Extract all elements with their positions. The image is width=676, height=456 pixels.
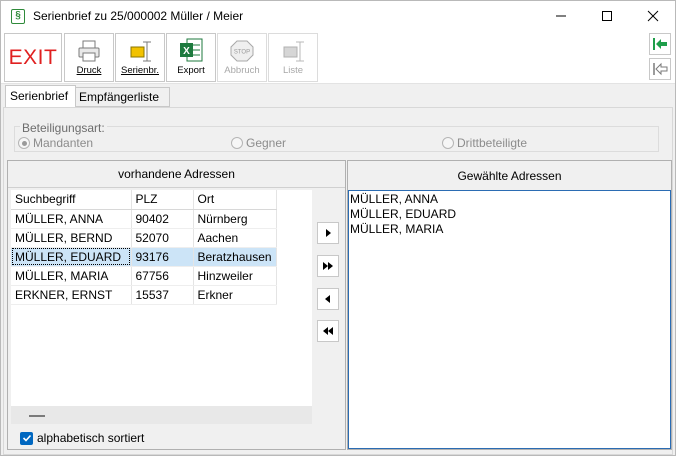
- radio-label: Gegner: [246, 136, 287, 150]
- double-arrow-right-icon: [323, 262, 333, 270]
- nav-enter-button[interactable]: [649, 33, 671, 55]
- table-row[interactable]: MÜLLER, MARIA 67756 Hinzweiler: [11, 266, 277, 286]
- maximize-button[interactable]: [584, 1, 630, 31]
- cell-plz: 90402: [131, 209, 194, 229]
- printer-icon: [78, 40, 100, 62]
- list-item[interactable]: MÜLLER, EDUARD: [350, 207, 669, 222]
- druck-button[interactable]: Druck: [64, 33, 114, 82]
- radio-dot: [231, 137, 243, 149]
- radio-label: Mandanten: [33, 136, 94, 150]
- cell-plz: 52070: [131, 228, 194, 248]
- excel-icon: X: [180, 38, 203, 62]
- liste-icon: [283, 41, 304, 62]
- cell-ort: Beratzhausen: [193, 247, 277, 267]
- table-header-row: Suchbegriff PLZ Ort: [11, 190, 277, 210]
- cell-suchbegriff: MÜLLER, EDUARD: [11, 247, 132, 267]
- close-button[interactable]: [630, 1, 676, 31]
- export-button[interactable]: X Export: [166, 33, 216, 82]
- table-row[interactable]: ERKNER, ERNST 15537 Erkner: [11, 285, 277, 305]
- remove-all-button[interactable]: [317, 320, 339, 342]
- column-header-suchbegriff[interactable]: Suchbegriff: [11, 190, 132, 210]
- double-arrow-left-icon: [323, 327, 333, 335]
- nav-back-button[interactable]: [649, 58, 671, 80]
- table-row[interactable]: MÜLLER, BERND 52070 Aachen: [11, 228, 277, 248]
- serienbrief-button[interactable]: Serienbr.: [115, 33, 165, 82]
- table-row[interactable]: MÜLLER, ANNA 90402 Nürnberg: [11, 209, 277, 229]
- arrow-left-icon: [325, 295, 330, 303]
- cell-suchbegriff: MÜLLER, MARIA: [11, 266, 132, 286]
- liste-label: Liste: [282, 65, 304, 76]
- radio-dot: [442, 137, 454, 149]
- gewaehlte-adressen-header: Gewählte Adressen: [457, 169, 562, 183]
- cell-ort: Erkner: [193, 285, 277, 305]
- address-grid[interactable]: Suchbegriff PLZ Ort MÜLLER, ANNA 90402 N…: [11, 190, 312, 424]
- druck-label: Druck: [76, 65, 102, 76]
- toolbar: EXIT Druck Serienbr. X Export STOP Abbru…: [1, 31, 675, 84]
- app-icon: §: [11, 9, 25, 24]
- add-selected-button[interactable]: [317, 222, 339, 244]
- beteiligungsart-group: [14, 126, 659, 152]
- liste-button[interactable]: Liste: [268, 33, 318, 82]
- cell-ort: Aachen: [193, 228, 277, 248]
- exit-label: EXIT: [8, 46, 58, 69]
- serienbrief-label: Serienbr.: [120, 65, 160, 76]
- tab-empfaengerliste[interactable]: Empfängerliste: [74, 87, 170, 107]
- list-item[interactable]: MÜLLER, ANNA: [350, 192, 669, 207]
- exit-button[interactable]: EXIT: [4, 33, 62, 82]
- svg-text:X: X: [183, 46, 190, 57]
- radio-drittbeteiligte[interactable]: Drittbeteiligte: [442, 136, 527, 150]
- stop-text: STOP: [234, 50, 250, 56]
- cell-ort: Hinzweiler: [193, 266, 277, 286]
- cell-plz: 93176: [131, 247, 194, 267]
- alphabetisch-sortiert-label: alphabetisch sortiert: [37, 431, 145, 445]
- abbruch-label: Abbruch: [224, 65, 260, 76]
- cell-suchbegriff: MÜLLER, BERND: [11, 228, 132, 248]
- checkbox-checked-icon: [20, 431, 33, 445]
- address-table: Suchbegriff PLZ Ort MÜLLER, ANNA 90402 N…: [11, 190, 277, 305]
- beteiligungsart-title: Beteiligungsart:: [20, 121, 107, 135]
- remove-selected-button[interactable]: [317, 288, 339, 310]
- radio-mandanten[interactable]: Mandanten: [18, 136, 93, 150]
- tab-panel: Beteiligungsart: Mandanten Gegner Drittb…: [3, 107, 673, 455]
- enter-arrow-icon: [653, 38, 667, 50]
- selected-address-list[interactable]: MÜLLER, ANNA MÜLLER, EDUARD MÜLLER, MARI…: [348, 190, 671, 449]
- cell-plz: 15537: [131, 285, 194, 305]
- vorhandene-adressen-panel: vorhandene Adressen Suchbegriff PLZ Ort …: [7, 160, 346, 450]
- cell-ort: Nürnberg: [193, 209, 277, 229]
- gewaehlte-adressen-panel: Gewählte Adressen MÜLLER, ANNA MÜLLER, E…: [347, 160, 672, 450]
- cell-suchbegriff: ERKNER, ERNST: [11, 285, 132, 305]
- export-label: Export: [177, 65, 205, 76]
- serienbrief-icon: [130, 41, 151, 62]
- window-title: Serienbrief zu 25/000002 Müller / Meier: [33, 9, 244, 23]
- alphabetisch-sortiert-checkbox[interactable]: alphabetisch sortiert: [20, 431, 144, 445]
- tab-strip: Empfängerliste Serienbrief: [1, 85, 675, 108]
- minimize-icon: [556, 15, 566, 17]
- close-icon: [647, 10, 659, 22]
- radio-label: Drittbeteiligte: [457, 136, 528, 150]
- vorhandene-adressen-header: vorhandene Adressen: [8, 161, 345, 188]
- cell-suchbegriff: MÜLLER, ANNA: [11, 209, 132, 229]
- column-header-plz[interactable]: PLZ: [131, 190, 194, 210]
- cell-plz: 67756: [131, 266, 194, 286]
- arrow-right-icon: [326, 229, 331, 237]
- maximize-icon: [602, 11, 612, 21]
- title-bar: § Serienbrief zu 25/000002 Müller / Meie…: [1, 1, 675, 31]
- radio-dot: [18, 137, 30, 149]
- list-item[interactable]: MÜLLER, MARIA: [350, 222, 669, 237]
- stop-icon: STOP: [230, 40, 254, 62]
- horizontal-scrollbar[interactable]: [11, 406, 312, 424]
- minimize-button[interactable]: [538, 1, 584, 31]
- abbruch-button[interactable]: STOP Abbruch: [217, 33, 267, 82]
- radio-gegner[interactable]: Gegner: [231, 136, 286, 150]
- add-all-button[interactable]: [317, 255, 339, 277]
- table-row-selected[interactable]: MÜLLER, EDUARD 93176 Beratzhausen: [11, 247, 277, 267]
- serienbrief-window: § Serienbrief zu 25/000002 Müller / Meie…: [0, 0, 676, 456]
- scrollbar-thumb[interactable]: [29, 415, 45, 417]
- tab-serienbrief[interactable]: Serienbrief: [5, 85, 76, 108]
- back-arrow-icon: [653, 62, 668, 76]
- column-header-ort[interactable]: Ort: [193, 190, 277, 210]
